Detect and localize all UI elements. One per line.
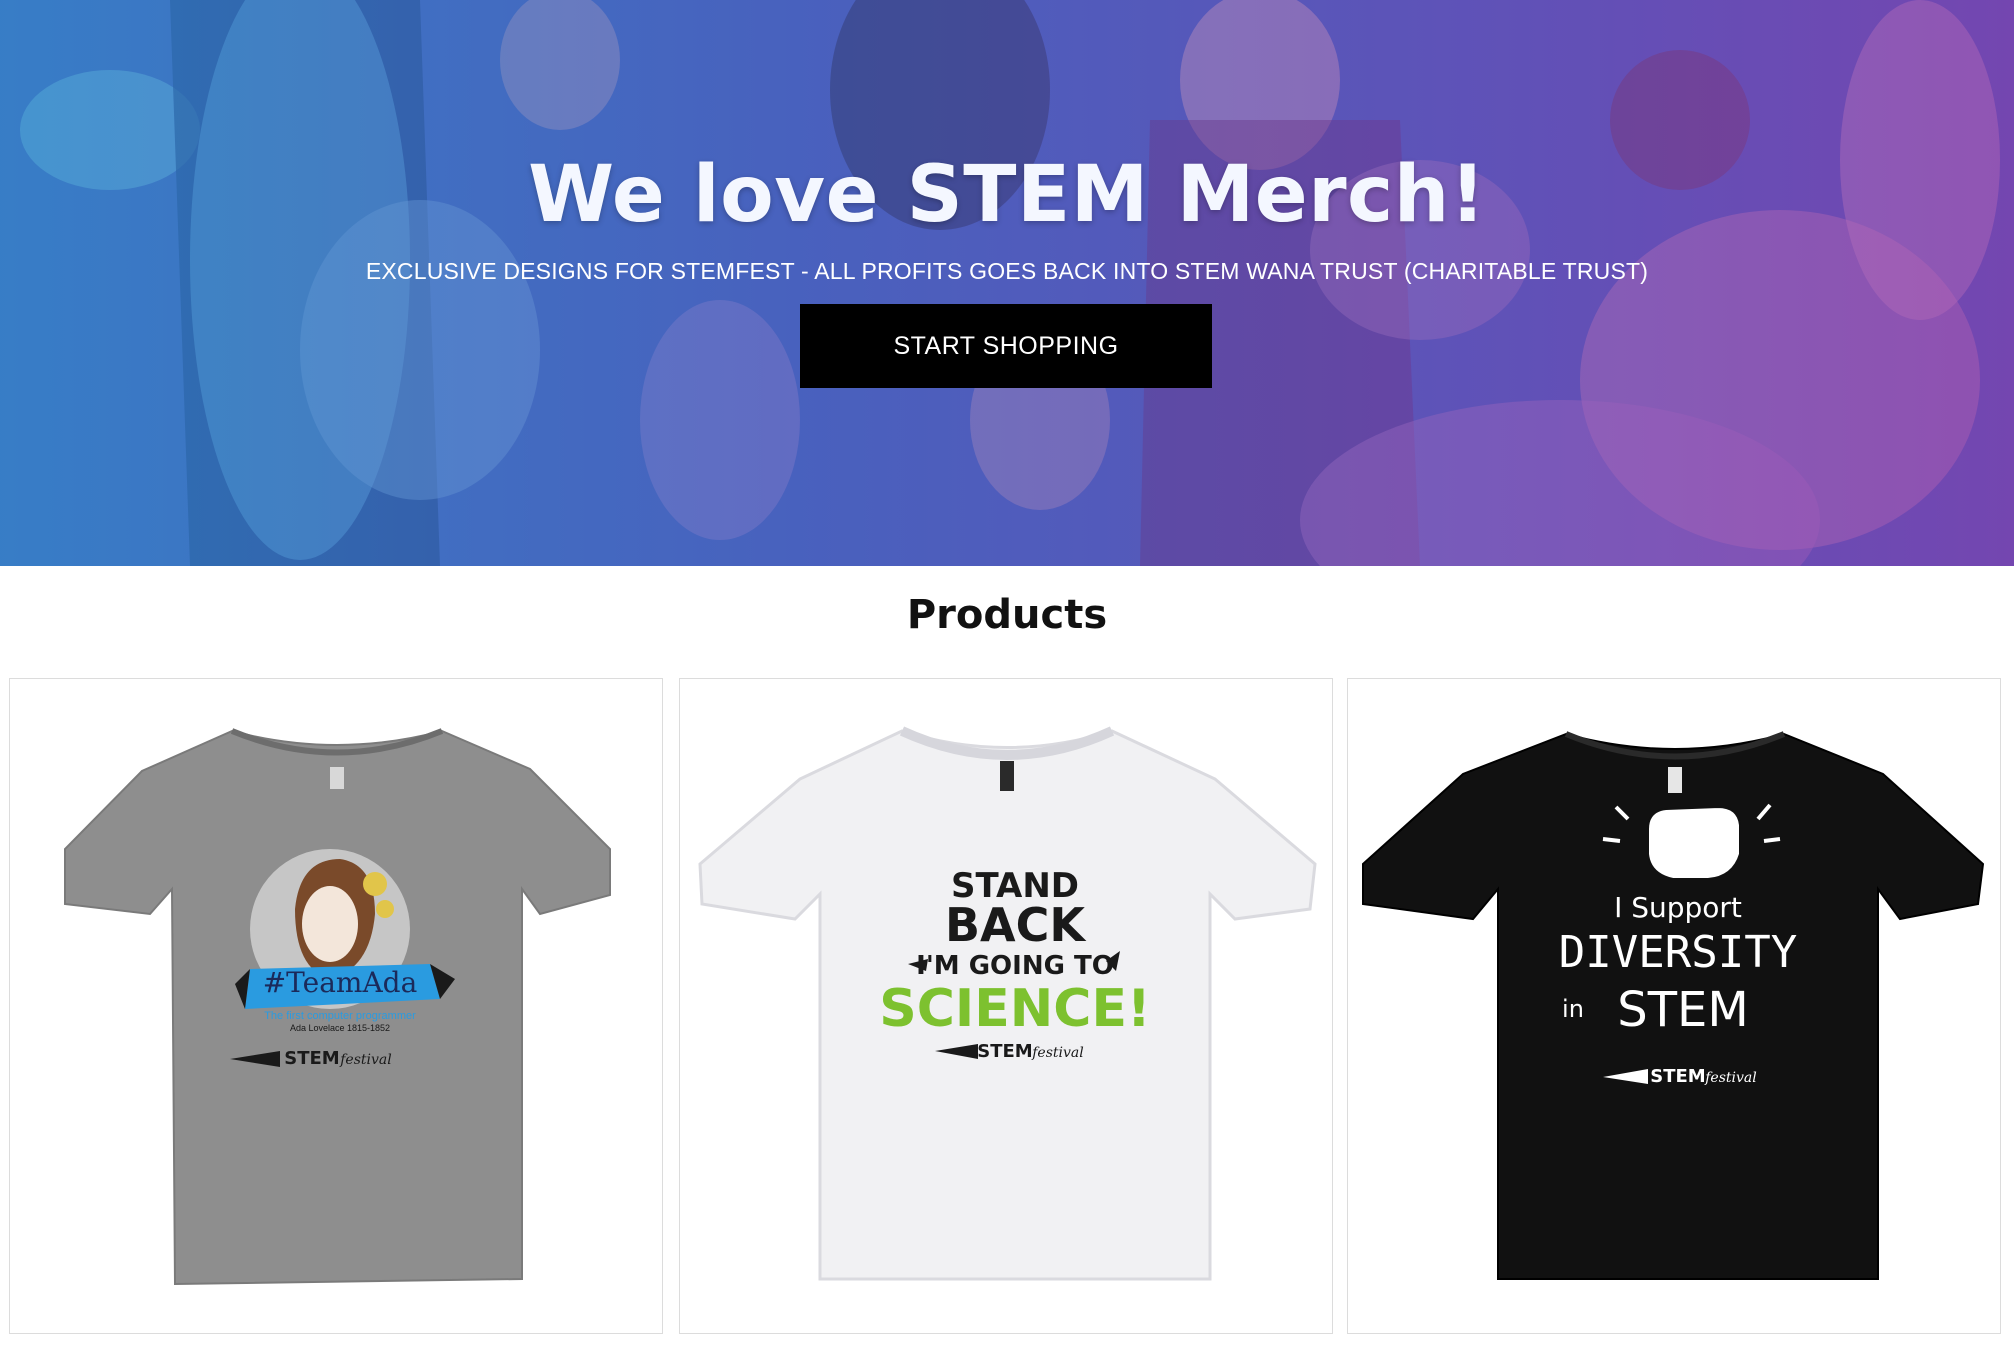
print-brand: STEM (1650, 1066, 1705, 1087)
print-tagline: The first computer programmer (264, 1010, 416, 1022)
product-card-teamada-tee[interactable]: #TeamAda The first computer programmer A… (9, 678, 663, 1334)
print-line3: STEM (1617, 982, 1749, 1038)
neck-label (330, 767, 344, 789)
print-line3: I'M GOING TO (916, 951, 1114, 981)
hero-banner: We love STEM Merch! EXCLUSIVE DESIGNS FO… (0, 0, 2014, 566)
print-line2: BACK (945, 898, 1087, 952)
neck-label (1000, 761, 1014, 791)
product-card-science-tee[interactable]: STAND BACK I'M GOING TO SCIENCE! STEM fe… (679, 678, 1333, 1334)
print-brand-script: festival (339, 1052, 392, 1068)
print-hashtag: #TeamAda (263, 966, 418, 999)
print-brand: STEM (977, 1041, 1032, 1062)
hero-title: We love STEM Merch! (528, 150, 1486, 240)
print-line1: I Support (1614, 891, 1742, 924)
print-brand-script: festival (1031, 1045, 1084, 1061)
product-image-white-tshirt: STAND BACK I'M GOING TO SCIENCE! STEM fe… (698, 726, 1317, 1281)
product-card-diversity-tee[interactable]: I Support DIVERSITY in STEM STEM festiva… (1347, 678, 2001, 1334)
products-heading: Products (906, 592, 1108, 638)
hero-subtitle: EXCLUSIVE DESIGNS FOR STEMFEST - ALL PRO… (365, 258, 1649, 284)
fist-icon (1647, 805, 1741, 880)
start-shopping-button[interactable]: START SHOPPING (800, 304, 1212, 388)
neck-label (1668, 767, 1682, 793)
print-line3-small: in (1562, 995, 1584, 1023)
print-line2: DIVERSITY (1559, 927, 1797, 978)
print-brand: STEM (284, 1048, 339, 1069)
print-line4: SCIENCE! (879, 979, 1150, 1039)
product-image-black-tshirt: I Support DIVERSITY in STEM STEM festiva… (1362, 731, 1985, 1280)
product-image-grey-tshirt: #TeamAda The first computer programmer A… (64, 728, 611, 1286)
page: We love STEM Merch! EXCLUSIVE DESIGNS FO… (0, 0, 2014, 1346)
print-brand-script: festival (1704, 1070, 1757, 1086)
print-name-line: Ada Lovelace 1815-1852 (290, 1023, 390, 1033)
